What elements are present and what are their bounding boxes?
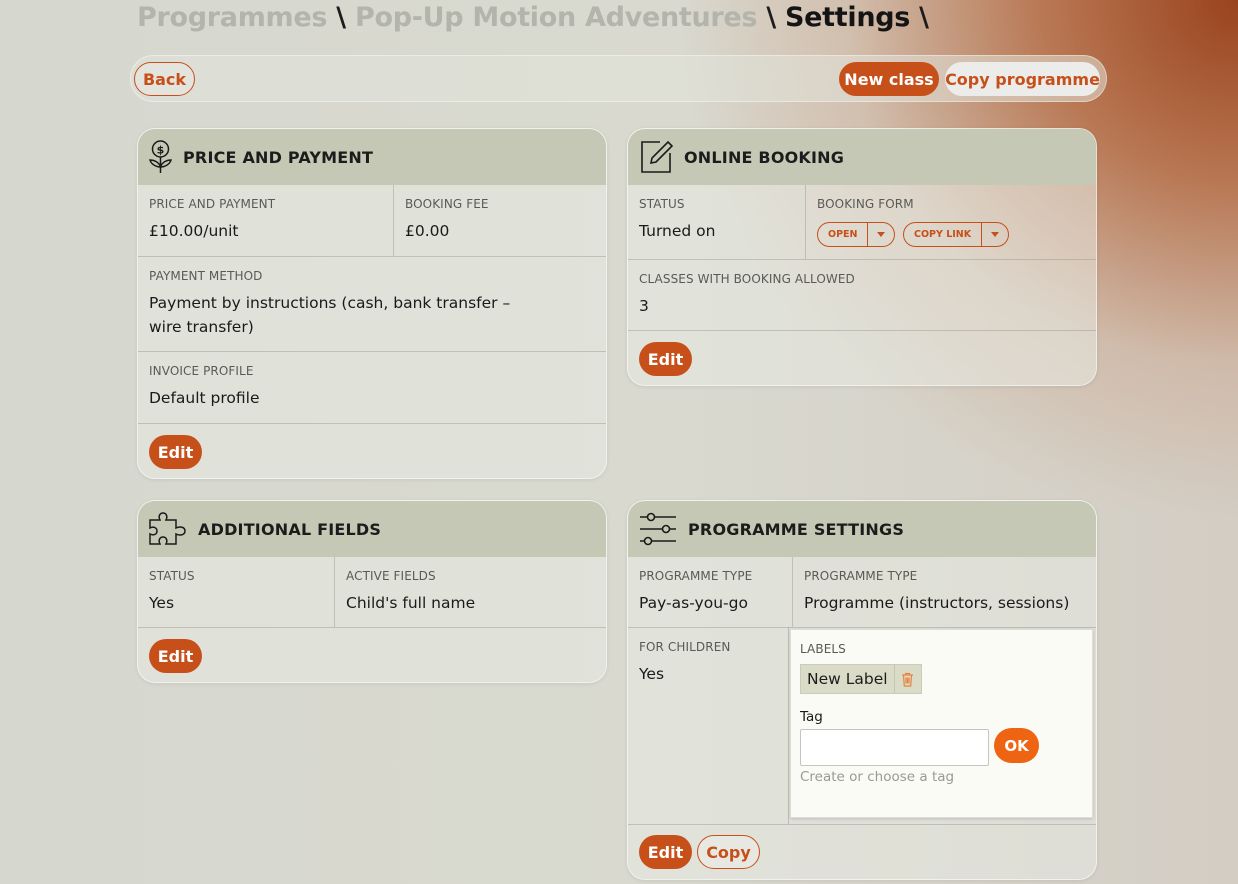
fields-edit-button[interactable]: Edit [149, 639, 202, 673]
for-children-value: Yes [639, 665, 665, 683]
tag-field-label: Tag [800, 709, 823, 725]
sliders-icon [640, 512, 676, 546]
tag-input[interactable] [800, 729, 989, 766]
tag-chip: New Label [800, 664, 922, 694]
tag-chip-label: New Label [807, 670, 888, 688]
price-value: £10.00/unit [149, 222, 239, 240]
settings-copy-button[interactable]: Copy [697, 835, 760, 869]
open-split-button: OPEN [817, 222, 896, 247]
card-title: ADDITIONAL FIELDS [198, 519, 382, 539]
programme-type-value: Pay-as-you-go [639, 594, 748, 612]
copy-link-button[interactable]: COPY LINK [904, 223, 983, 246]
breadcrumb-separator: \ [766, 2, 776, 33]
breadcrumb-programme-name[interactable]: Pop-Up Motion Adventures [355, 2, 758, 33]
labels-label: LABELS [800, 642, 846, 656]
programme-type-label-2: PROGRAMME TYPE [804, 569, 918, 583]
card-header: $ PRICE AND PAYMENT [138, 129, 606, 185]
card-title: ONLINE BOOKING [684, 147, 845, 167]
booking-status-label: STATUS [639, 197, 685, 211]
fields-status-value: Yes [149, 594, 175, 612]
fields-status-label: STATUS [149, 569, 195, 583]
chevron-down-icon[interactable] [982, 223, 1008, 246]
back-button[interactable]: Back [134, 62, 195, 96]
new-class-button[interactable]: New class [839, 62, 939, 96]
card-title: PROGRAMME SETTINGS [688, 519, 905, 539]
money-plant-icon: $ [149, 140, 172, 173]
card-header: ONLINE BOOKING [628, 129, 1096, 185]
card-header: ADDITIONAL FIELDS [138, 501, 606, 557]
edit-note-icon [641, 140, 674, 173]
toolbar: Back New class Copy programme [130, 55, 1107, 102]
booking-fee-value: £0.00 [405, 222, 450, 240]
active-fields-value: Child's full name [346, 594, 476, 612]
classes-booking-label: CLASSES WITH BOOKING ALLOWED [639, 272, 855, 286]
invoice-profile-label: INVOICE PROFILE [149, 364, 254, 378]
programme-type-value-2: Programme (instructors, sessions) [804, 594, 1070, 612]
breadcrumb-current: Settings [785, 2, 911, 33]
labels-editor-popup: LABELS New Label Tag OK Create or choose… [790, 629, 1093, 818]
programme-settings-card: PROGRAMME SETTINGS PROGRAMME TYPE Pay-as… [627, 500, 1097, 880]
booking-fee-label: BOOKING FEE [405, 197, 489, 211]
additional-fields-card: ADDITIONAL FIELDS STATUS Yes ACTIVE FIEL… [137, 500, 607, 683]
puzzle-icon [149, 512, 186, 545]
payment-method-value: Payment by instructions (cash, bank tran… [149, 294, 511, 336]
tag-hint: Create or choose a tag [800, 769, 955, 785]
breadcrumb-programmes[interactable]: Programmes [137, 2, 327, 33]
open-button[interactable]: OPEN [818, 223, 869, 246]
booking-form-label: BOOKING FORM [817, 197, 914, 211]
breadcrumb-separator: \ [919, 2, 929, 33]
booking-status-value: Turned on [639, 222, 716, 240]
classes-booking-value: 3 [639, 297, 649, 315]
online-booking-card: ONLINE BOOKING STATUS Turned on BOOKING … [627, 128, 1097, 386]
card-title: PRICE AND PAYMENT [183, 147, 374, 167]
card-header: PROGRAMME SETTINGS [628, 501, 1096, 557]
active-fields-label: ACTIVE FIELDS [346, 569, 436, 583]
booking-edit-button[interactable]: Edit [639, 342, 692, 376]
settings-edit-button[interactable]: Edit [639, 835, 692, 869]
svg-text:$: $ [157, 144, 165, 157]
price-label: PRICE AND PAYMENT [149, 197, 276, 211]
copy-programme-button[interactable]: Copy programme [945, 62, 1100, 96]
price-payment-card: $ PRICE AND PAYMENT PRICE AND PAYMENT £1… [137, 128, 607, 479]
for-children-label: FOR CHILDREN [639, 640, 731, 654]
chevron-down-icon[interactable] [868, 223, 894, 246]
ok-button[interactable]: OK [994, 728, 1039, 763]
invoice-profile-value: Default profile [149, 389, 260, 407]
price-edit-button[interactable]: Edit [149, 435, 202, 469]
payment-method-label: PAYMENT METHOD [149, 269, 263, 283]
copy-link-split-button: COPY LINK [903, 222, 1010, 247]
programme-type-label: PROGRAMME TYPE [639, 569, 753, 583]
breadcrumb: Programmes \ Pop-Up Motion Adventures \ … [137, 2, 929, 33]
trash-icon[interactable] [893, 665, 921, 693]
breadcrumb-separator: \ [336, 2, 346, 33]
